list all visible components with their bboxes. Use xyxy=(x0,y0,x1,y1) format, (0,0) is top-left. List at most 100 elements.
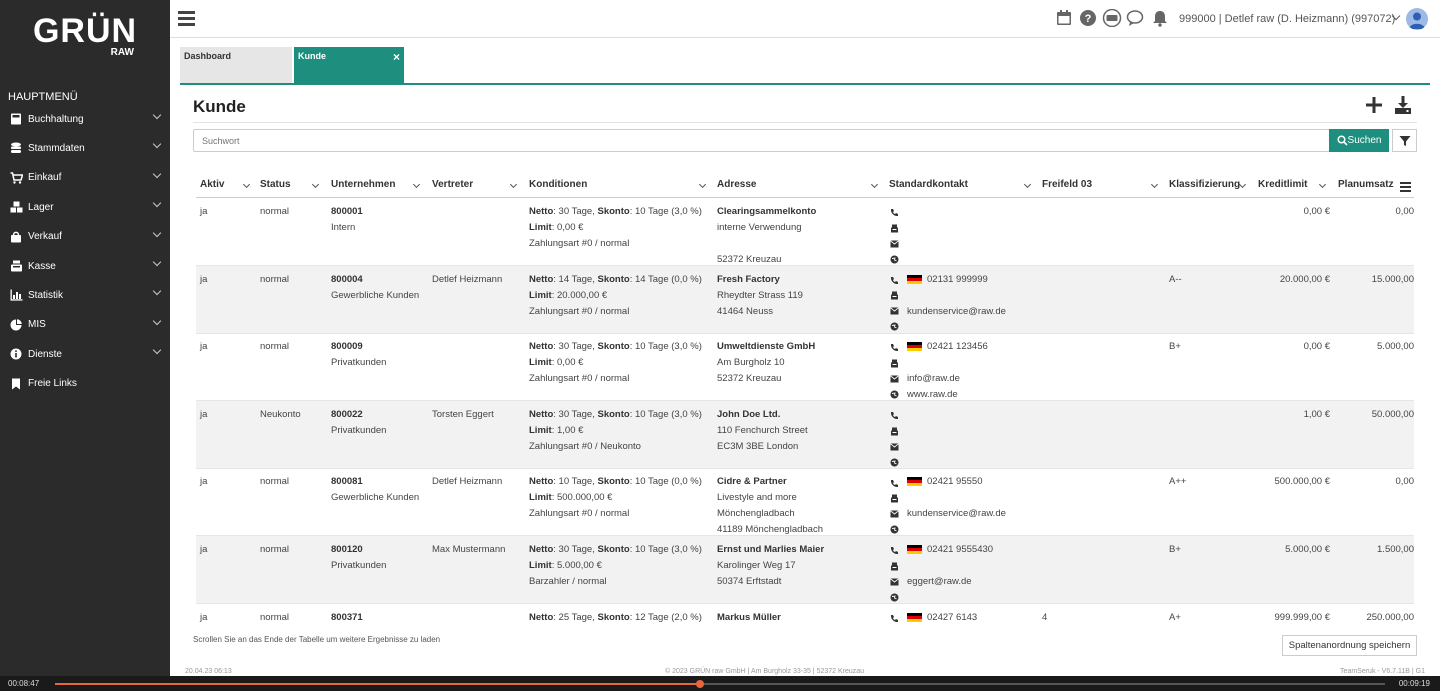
filter-button[interactable] xyxy=(1392,129,1417,152)
sidebar-item-mis[interactable]: MIS xyxy=(0,311,170,339)
column-header[interactable]: Klassifizierung xyxy=(1169,179,1240,190)
column-header[interactable]: Aktiv xyxy=(200,179,224,190)
fax-icon[interactable] xyxy=(889,288,899,304)
calendar-icon[interactable] xyxy=(1055,9,1073,27)
sidebar-item-einkauf[interactable]: Einkauf xyxy=(0,164,170,192)
mail-icon[interactable] xyxy=(889,439,899,455)
column-header[interactable]: Planumsatz xyxy=(1338,179,1394,190)
contact-phone[interactable]: 02421 9555430 xyxy=(927,544,993,555)
save-column-layout-button[interactable]: Spaltenanordnung speichern xyxy=(1282,635,1417,656)
tab-dashboard[interactable]: Dashboard xyxy=(180,47,292,83)
seek-knob[interactable] xyxy=(696,680,705,688)
contact-phone[interactable]: 02427 6143 xyxy=(927,612,977,622)
search-button[interactable]: Suchen xyxy=(1329,129,1389,152)
add-icon[interactable] xyxy=(1365,96,1383,114)
sort-chevron-icon[interactable] xyxy=(412,180,421,189)
cell-aktiv: ja xyxy=(200,544,208,555)
fax-icon[interactable] xyxy=(889,491,899,507)
fax-icon[interactable] xyxy=(889,559,899,575)
sidebar-item-stammdaten[interactable]: Stammdaten xyxy=(0,134,170,162)
column-header[interactable]: Unternehmen xyxy=(331,179,395,190)
sort-chevron-icon[interactable] xyxy=(242,180,251,189)
phone-icon[interactable] xyxy=(889,611,899,622)
sidebar-item-verkauf[interactable]: Verkauf xyxy=(0,223,170,251)
mail-icon[interactable] xyxy=(889,574,899,590)
address-line: 52372 Kreuzau xyxy=(717,373,782,385)
cell-status: normal xyxy=(260,476,290,488)
table-row[interactable]: ja normal 800120 Privatkunden Max Mustermann… xyxy=(196,536,1414,604)
table-row[interactable]: ja normal 800001 Intern Netto: 30 Tage, Skon… xyxy=(196,198,1414,266)
mail-icon[interactable] xyxy=(889,506,899,522)
address-name: Umweltdienste GmbH xyxy=(717,341,816,353)
sort-chevron-icon[interactable] xyxy=(1318,180,1327,189)
mail-icon[interactable] xyxy=(889,236,899,252)
sort-chevron-icon[interactable] xyxy=(509,180,518,189)
sort-chevron-icon[interactable] xyxy=(311,180,320,189)
contact-email[interactable]: kundenservice@raw.de xyxy=(907,306,1006,317)
sidebar-item-freie-links[interactable]: Freie Links xyxy=(0,370,170,398)
chevron-down-icon xyxy=(152,140,162,149)
contact-phone[interactable]: 02421 123456 xyxy=(927,341,988,352)
cell-planumsatz: 0,00 xyxy=(1395,206,1415,217)
sidebar-item-dienste[interactable]: Dienste xyxy=(0,340,170,368)
help-icon[interactable]: ? xyxy=(1079,9,1097,27)
limit-label: Limit xyxy=(529,357,552,369)
sidebar-item-label: Buchhaltung xyxy=(28,113,84,125)
phone-icon[interactable] xyxy=(889,475,899,491)
mail-icon[interactable] xyxy=(889,304,899,320)
contact-phone[interactable]: 02421 95550 xyxy=(927,476,982,487)
sort-chevron-icon[interactable] xyxy=(1150,180,1159,189)
cell-adresse: Ernst und Marlies Maier Karolinger Weg 17… xyxy=(717,542,824,590)
column-header[interactable]: Konditionen xyxy=(529,179,587,190)
chat-icon[interactable] xyxy=(1126,9,1144,27)
fax-icon[interactable] xyxy=(889,356,899,372)
sidebar-item-lager[interactable]: Lager xyxy=(0,193,170,221)
limit-value: : 0,00 € xyxy=(551,222,584,233)
phone-icon[interactable] xyxy=(889,273,899,289)
table-row[interactable]: ja normal 800004 Gewerbliche Kunden Detlef H… xyxy=(196,265,1414,335)
mail-icon[interactable] xyxy=(889,371,899,387)
user-account-label[interactable]: 999000 | Detlef raw (D. Heizmann) (99707… xyxy=(1179,13,1395,25)
sort-chevron-icon[interactable] xyxy=(870,180,879,189)
contact-email[interactable]: kundenservice@raw.de xyxy=(907,508,1006,519)
brand-logo[interactable]: GRÜN RAW xyxy=(0,12,170,58)
search-input[interactable] xyxy=(193,129,1330,152)
keyboard-icon[interactable] xyxy=(1102,9,1122,27)
close-tab-icon[interactable]: × xyxy=(393,50,400,64)
sidebar-item-buchhaltung[interactable]: Buchhaltung xyxy=(0,105,170,133)
column-menu-icon[interactable] xyxy=(1400,182,1411,192)
seek-track[interactable] xyxy=(55,680,1385,688)
table-row[interactable]: ja Neukonto 800022 Privatkunden Torsten Egge… xyxy=(196,400,1414,469)
sort-chevron-icon[interactable] xyxy=(698,180,707,189)
contact-icons xyxy=(889,273,899,335)
table-row[interactable]: ja normal 800081 Gewerbliche Kunden Detlef H… xyxy=(196,468,1414,537)
sidebar-item-statistik[interactable]: Statistik xyxy=(0,281,170,309)
phone-icon[interactable] xyxy=(889,340,899,356)
contact-web[interactable]: www.raw.de xyxy=(907,389,958,400)
download-icon[interactable] xyxy=(1394,95,1412,115)
contact-email[interactable]: info@raw.de xyxy=(907,373,960,384)
phone-icon[interactable] xyxy=(889,408,899,424)
table-row[interactable]: ja normal 800009 Privatkunden Netto: 30 Tage… xyxy=(196,333,1414,402)
fax-icon[interactable] xyxy=(889,221,899,237)
column-header[interactable]: Status xyxy=(260,179,291,190)
column-header[interactable]: Freifeld 03 xyxy=(1042,179,1092,190)
bell-icon[interactable] xyxy=(1151,9,1169,27)
user-avatar[interactable] xyxy=(1406,8,1428,30)
limit-label: Limit xyxy=(529,222,552,233)
column-header[interactable]: Adresse xyxy=(717,179,756,190)
sort-chevron-icon[interactable] xyxy=(1023,180,1032,189)
tab-kunde[interactable]: Kunde × xyxy=(294,47,404,83)
column-header[interactable]: Standardkontakt xyxy=(889,179,968,190)
column-header[interactable]: Vertreter xyxy=(432,179,473,190)
table-row[interactable]: ja normal 800371 Netto: 25 Tage, Skonto: 12… xyxy=(196,604,1414,622)
cell-adresse: Umweltdienste GmbH Am Burgholz 10 52372 Kr… xyxy=(717,339,815,387)
contact-phone[interactable]: 02131 999999 xyxy=(927,274,988,285)
phone-icon[interactable] xyxy=(889,543,899,559)
sidebar-item-kasse[interactable]: Kasse xyxy=(0,252,170,280)
phone-icon[interactable] xyxy=(889,205,899,221)
hamburger-menu-icon[interactable] xyxy=(178,11,195,26)
fax-icon[interactable] xyxy=(889,423,899,439)
column-header[interactable]: Kreditlimit xyxy=(1258,179,1307,190)
contact-email[interactable]: eggert@raw.de xyxy=(907,576,972,587)
